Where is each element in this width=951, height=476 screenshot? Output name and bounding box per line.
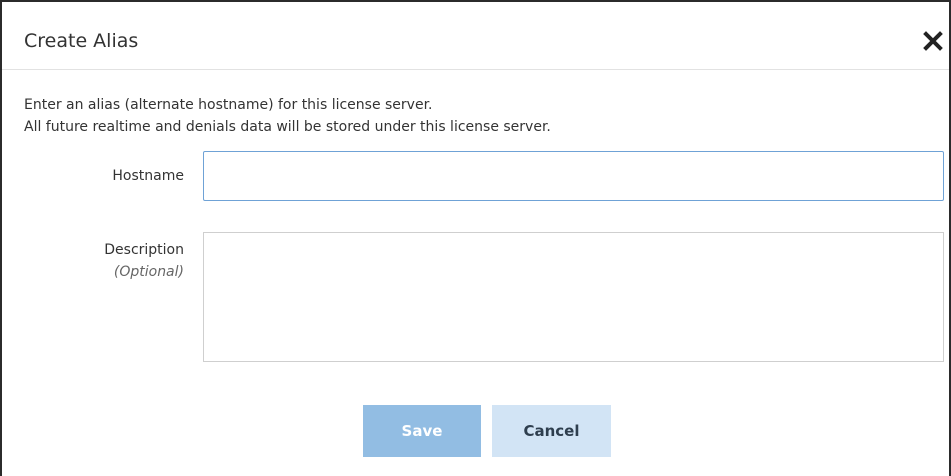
hostname-label: Hostname xyxy=(112,168,184,184)
create-alias-dialog: Create Alias Enter an alias (alternate h… xyxy=(0,0,951,476)
close-icon xyxy=(923,31,943,51)
optional-hint: (Optional) xyxy=(113,264,184,280)
close-button[interactable] xyxy=(923,31,943,51)
description-textarea[interactable] xyxy=(203,232,944,362)
description-label: Description xyxy=(104,242,184,258)
save-button[interactable]: Save xyxy=(363,405,481,457)
dialog-intro: Enter an alias (alternate hostname) for … xyxy=(24,94,551,138)
hostname-input[interactable] xyxy=(203,151,944,201)
intro-line-1: Enter an alias (alternate hostname) for … xyxy=(24,97,433,113)
cancel-button[interactable]: Cancel xyxy=(492,405,611,457)
description-label-group: Description (Optional) xyxy=(24,239,184,283)
dialog-header: Create Alias xyxy=(2,2,949,70)
dialog-title: Create Alias xyxy=(24,30,139,52)
intro-line-2: All future realtime and denials data wil… xyxy=(24,119,551,135)
